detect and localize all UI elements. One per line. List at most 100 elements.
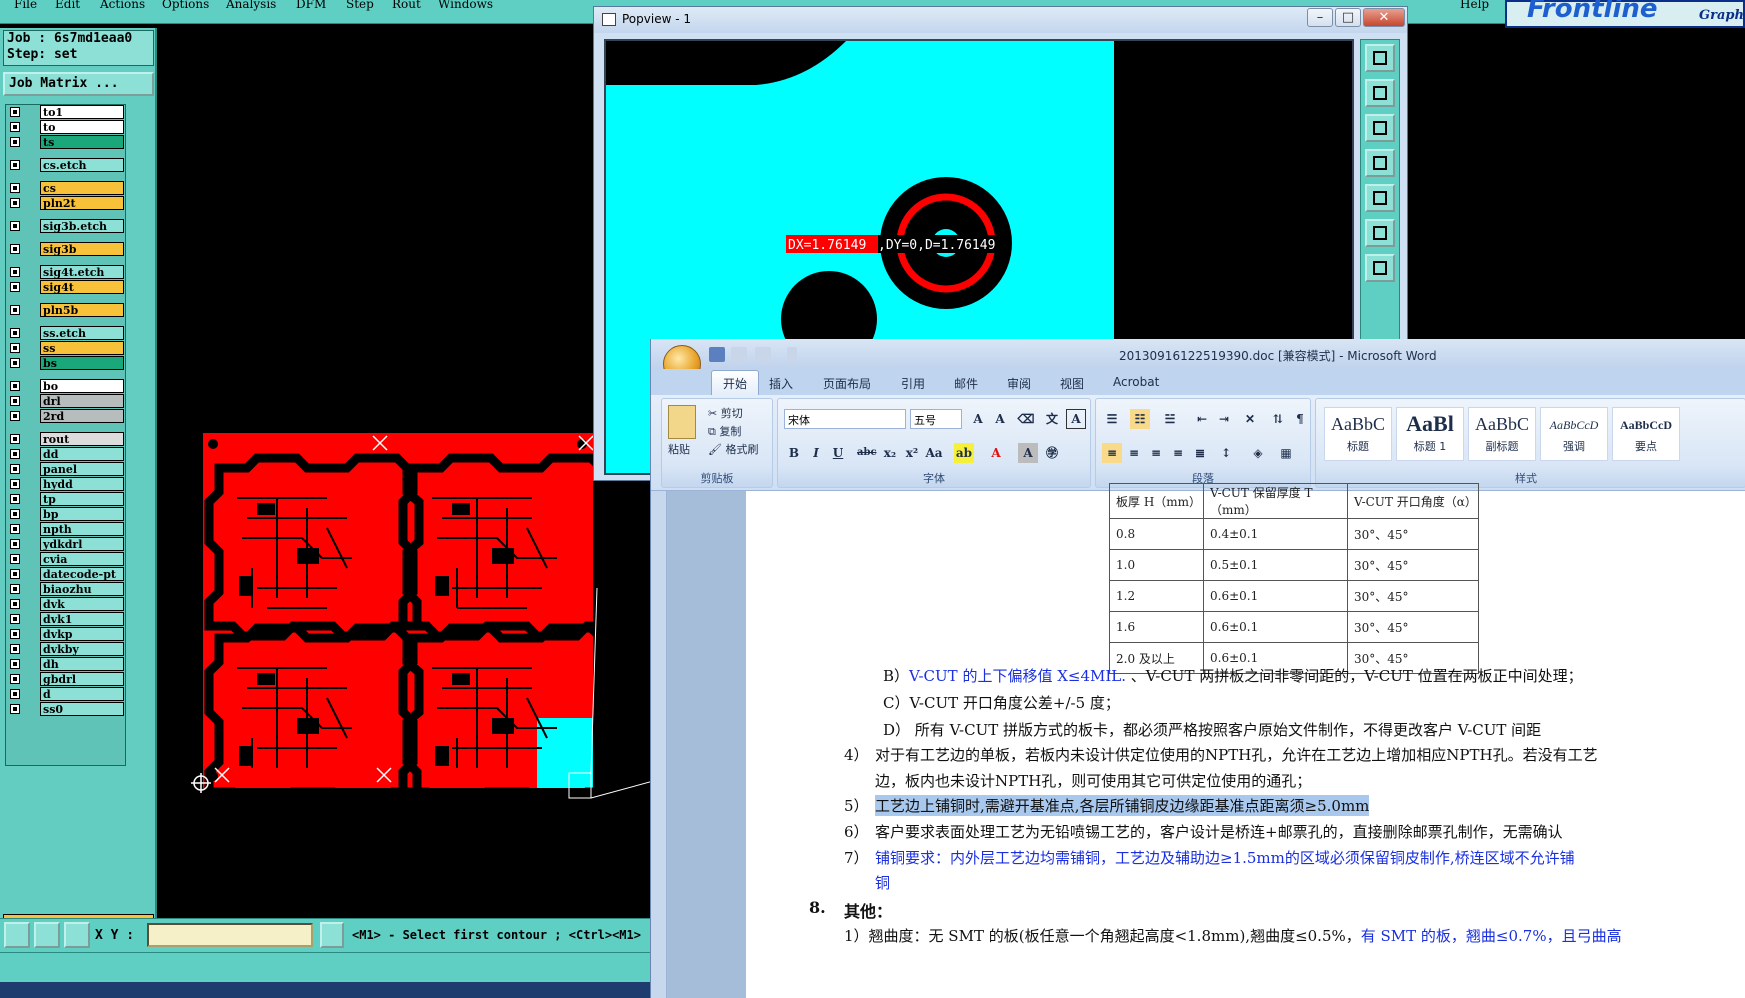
layer-checkbox[interactable] [10,122,20,132]
layer-checkbox[interactable] [10,569,20,579]
layer-checkbox[interactable] [10,689,20,699]
layer-checkbox[interactable] [10,244,20,254]
menu-step[interactable]: Step [346,0,374,18]
word-titlebar[interactable]: 20130916122519390.doc [兼容模式] - Microsoft… [651,339,1745,369]
bold-icon[interactable]: B [784,443,804,463]
align-center-icon[interactable]: ≡ [1124,443,1144,463]
tab-page-layout[interactable]: 页面布局 [823,375,871,392]
layer-name[interactable]: cs.etch [40,158,124,172]
layer-row[interactable]: hydd [6,477,127,491]
enclose-char-icon[interactable]: ㊫ [1042,443,1062,463]
tab-mailings[interactable]: 邮件 [954,375,978,392]
layer-checkbox[interactable] [10,198,20,208]
layer-checkbox[interactable] [10,358,20,368]
decrease-indent-icon[interactable]: ⇤ [1192,409,1212,429]
layer-row[interactable]: bs [6,356,127,370]
tab-references[interactable]: 引用 [901,375,925,392]
layer-checkbox[interactable] [10,629,20,639]
layer-name[interactable]: drl [40,394,124,408]
layer-name[interactable]: dh [40,657,124,671]
increase-indent-icon[interactable]: ⇥ [1214,409,1234,429]
font-color-icon[interactable]: A [986,443,1006,463]
layer-checkbox[interactable] [10,282,20,292]
change-case-icon[interactable]: Aa [924,443,944,463]
layer-row[interactable]: cs [6,181,127,195]
layer-name[interactable]: dvk1 [40,612,124,626]
font-size-select[interactable]: 五号 [910,409,962,429]
copy-button[interactable]: ⧉ 复制 [708,423,741,439]
pan-right-icon[interactable] [1365,184,1395,212]
layer-checkbox[interactable] [10,659,20,669]
layer-checkbox[interactable] [10,599,20,609]
tab-review[interactable]: 审阅 [1007,375,1031,392]
layer-checkbox[interactable] [10,328,20,338]
layer-name[interactable]: pln5b [40,303,124,317]
layer-checkbox[interactable] [10,464,20,474]
multilevel-list-icon[interactable]: ☱ [1160,409,1180,429]
bullets-icon[interactable]: ☰ [1102,409,1122,429]
snap-grid-icon[interactable] [64,922,90,948]
layer-row[interactable]: sig3b [6,242,127,256]
menu-windows[interactable]: Windows [438,0,493,18]
layer-row[interactable]: dvk1 [6,612,127,626]
layer-checkbox[interactable] [10,411,20,421]
grow-font-icon[interactable]: A [968,409,988,429]
graphic-area[interactable] [157,28,657,918]
minimize-button[interactable]: – [1307,8,1333,27]
tab-acrobat[interactable]: Acrobat [1113,375,1159,389]
layer-checkbox[interactable] [10,160,20,170]
sort-icon[interactable]: ⇅ [1268,409,1288,429]
char-shading-icon[interactable]: A [1018,443,1038,463]
distributed-icon[interactable]: ≣ [1190,443,1210,463]
layer-row[interactable]: drl [6,394,127,408]
layer-name[interactable]: ss.etch [40,326,124,340]
layer-name[interactable]: sig4t [40,280,124,294]
clear-format-icon[interactable]: ⌫ [1016,409,1036,429]
menu-options[interactable]: Options [162,0,209,18]
layer-name[interactable]: gbdrl [40,672,124,686]
layer-name[interactable]: ss [40,341,124,355]
pan-left-icon[interactable] [1365,149,1395,177]
pan-up-icon[interactable] [1365,79,1395,107]
layer-checkbox[interactable] [10,509,20,519]
layer-name[interactable]: bp [40,507,124,521]
layer-checkbox[interactable] [10,479,20,489]
zoom-center-icon[interactable] [1365,254,1395,282]
layer-checkbox[interactable] [10,674,20,684]
phonetic-icon[interactable]: 文 [1042,409,1062,429]
zoom-icon[interactable] [4,922,30,948]
layer-row[interactable]: bo [6,379,127,393]
layer-row[interactable]: dvk [6,597,127,611]
tab-view[interactable]: 视图 [1060,375,1084,392]
align-left-icon[interactable]: ≡ [1102,443,1122,463]
paste-button[interactable]: 粘贴 [668,441,690,457]
layer-name[interactable]: d [40,687,124,701]
layer-row[interactable]: sig4t.etch [6,265,127,279]
layer-row[interactable]: cvia [6,552,127,566]
layer-name[interactable]: dvkp [40,627,124,641]
layer-name[interactable]: panel [40,462,124,476]
layer-row[interactable]: datecode-pt [6,567,127,581]
layer-row[interactable]: dvkp [6,627,127,641]
layer-checkbox[interactable] [10,494,20,504]
save-icon[interactable] [709,347,725,362]
borders-icon[interactable]: ▦ [1276,443,1296,463]
layer-name[interactable]: cvia [40,552,124,566]
layer-name[interactable]: sig4t.etch [40,265,124,279]
layer-checkbox[interactable] [10,434,20,444]
strikethrough-icon[interactable]: abc [856,443,877,463]
italic-icon[interactable]: I [806,443,826,463]
align-right-icon[interactable]: ≡ [1146,443,1166,463]
style-heading1[interactable]: AaBl 标题 1 [1396,407,1464,461]
layer-name[interactable]: ydkdrl [40,537,124,551]
menu-edit[interactable]: Edit [55,0,80,18]
layer-name[interactable]: dvkby [40,642,124,656]
layer-row[interactable]: ts [6,135,127,149]
layer-row[interactable]: cs.etch [6,158,127,172]
layer-row[interactable]: dd [6,447,127,461]
layer-row[interactable]: pln2t [6,196,127,210]
maximize-button[interactable]: □ [1335,8,1361,27]
layer-checkbox[interactable] [10,396,20,406]
menu-file[interactable]: File [14,0,37,18]
layer-row[interactable]: sig4t [6,280,127,294]
